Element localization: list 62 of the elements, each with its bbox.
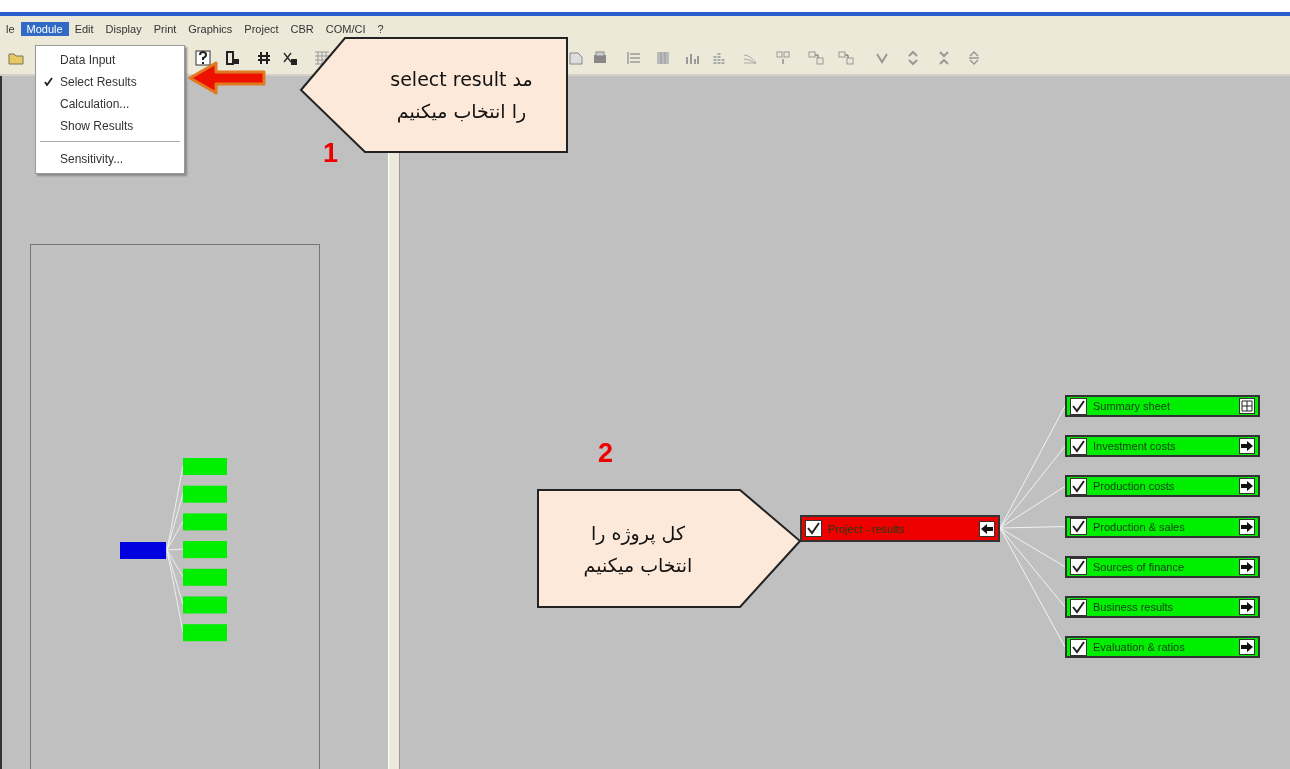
node-split-icon[interactable]	[775, 50, 791, 66]
callout-text: مد select result	[389, 68, 534, 90]
right-arrow-icon[interactable]	[1239, 599, 1255, 615]
checkbox[interactable]	[1070, 437, 1087, 455]
menu-item[interactable]: Module	[20, 22, 69, 36]
node-label: Evaluation & ratios	[1093, 641, 1186, 654]
checkbox[interactable]	[805, 520, 822, 537]
result-node[interactable]: Summary sheet	[1065, 395, 1260, 417]
result-node[interactable]: Production costs	[1065, 475, 1260, 498]
checkbox[interactable]	[1070, 558, 1087, 576]
grid-icon[interactable]	[314, 50, 330, 66]
step-number: 1	[323, 138, 339, 169]
result-node[interactable]: Evaluation & ratios	[1065, 636, 1260, 659]
menu-item[interactable]: le	[0, 22, 21, 36]
menu-item[interactable]: Display	[99, 22, 148, 36]
right-arrow-icon[interactable]	[1239, 639, 1255, 656]
checkbox[interactable]	[1070, 638, 1087, 656]
callout-text: را انتخاب میکنیم	[395, 100, 528, 122]
node-label: Production & sales	[1093, 520, 1186, 533]
menu-item[interactable]: COM/CI	[319, 22, 372, 36]
checkbox[interactable]	[1070, 477, 1087, 495]
right-arrow-icon[interactable]	[1239, 558, 1255, 575]
node-label: Summary sheet	[1093, 400, 1172, 412]
node-label: Sources of finance	[1093, 560, 1186, 573]
folder-icon[interactable]	[8, 50, 24, 66]
left-arrow-icon[interactable]	[979, 520, 995, 537]
result-node[interactable]: Investment costs	[1065, 435, 1260, 458]
checkbox[interactable]	[1070, 397, 1087, 415]
result-node[interactable]: Sources of finance	[1065, 555, 1260, 578]
node-label: Production costs	[1093, 480, 1176, 493]
menu-item[interactable]: Show Results	[60, 119, 134, 133]
hash-icon[interactable]	[256, 50, 272, 66]
callout-text: انتخاب میکنیم	[582, 553, 694, 576]
menu-item[interactable]: Project	[238, 22, 285, 36]
question-icon[interactable]	[195, 50, 211, 66]
checkbox[interactable]	[1070, 598, 1087, 616]
menu-item[interactable]: Sensitivity...	[60, 152, 124, 166]
right-arrow-icon[interactable]	[1239, 478, 1255, 495]
node-label: Business results	[1093, 601, 1175, 613]
menu-item[interactable]: CBR	[284, 22, 320, 36]
table-icon[interactable]	[225, 50, 241, 66]
variable-icon[interactable]	[282, 50, 298, 66]
menu-item[interactable]: Edit	[68, 22, 100, 36]
node-label: Project - results	[828, 522, 906, 535]
right-arrow-icon[interactable]	[1239, 518, 1255, 535]
menu-item[interactable]: Data Input	[60, 53, 116, 67]
right-arrow-icon[interactable]	[1239, 438, 1255, 455]
menu-item[interactable]: Graphics	[182, 22, 239, 36]
result-node[interactable]: Business results	[1065, 596, 1260, 618]
menu-item[interactable]: Print	[147, 22, 183, 36]
node-tree-icon[interactable]	[808, 50, 824, 66]
step-number: 2	[598, 438, 614, 469]
menu-item[interactable]: Calculation...	[60, 97, 130, 111]
result-node[interactable]: Production & sales	[1065, 515, 1260, 538]
node-label: Investment costs	[1093, 440, 1177, 453]
checkbox[interactable]	[1070, 518, 1087, 536]
printer-icon[interactable]	[592, 50, 608, 66]
menu-item[interactable]: ?	[371, 22, 390, 36]
node-tree-icon[interactable]	[838, 50, 854, 66]
menu-item[interactable]: Select Results	[60, 75, 137, 89]
grid-icon[interactable]	[1239, 398, 1255, 414]
callout-text: کل پروژه را	[589, 521, 686, 544]
